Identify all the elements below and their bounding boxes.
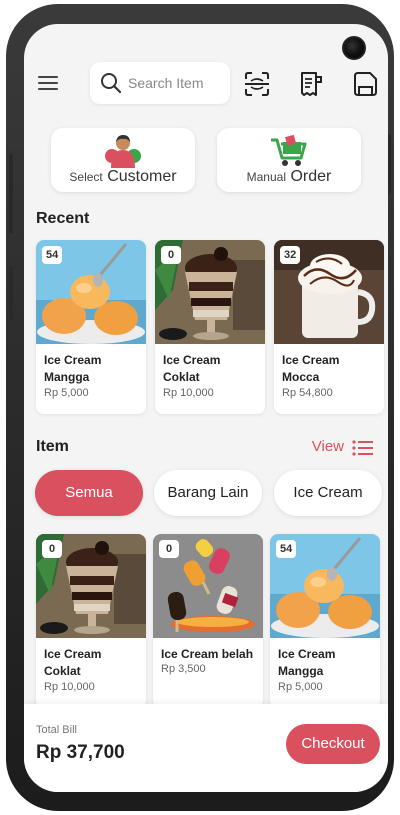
receipt-icon[interactable] bbox=[296, 69, 326, 99]
search-input[interactable]: Search Item bbox=[90, 62, 230, 104]
recent-item-card[interactable]: 54 Ice Cream Mangga Rp 5,000 bbox=[36, 240, 146, 414]
hamburger-menu-icon[interactable] bbox=[38, 76, 58, 92]
manual-order-label: Manual Order bbox=[246, 168, 332, 185]
phone-frame: Search Item Select Customer Manual Order… bbox=[6, 4, 394, 811]
product-price: Rp 54,800 bbox=[282, 387, 333, 399]
item-card[interactable]: 54 Ice Cream Mangga Rp 5,000 bbox=[270, 534, 380, 708]
recent-item-card[interactable]: 0 Ice Cream Coklat Rp 10,000 bbox=[155, 240, 265, 414]
barcode-scan-icon[interactable] bbox=[242, 69, 272, 99]
total-bill-label: Total Bill bbox=[36, 724, 77, 736]
top-bar: Search Item bbox=[24, 62, 388, 108]
product-name: Ice Cream Mocca bbox=[282, 353, 340, 384]
search-icon bbox=[101, 73, 122, 94]
item-section-title: Item bbox=[36, 438, 69, 455]
product-name: Ice Cream Coklat bbox=[163, 353, 221, 384]
view-label: View bbox=[311, 438, 344, 455]
side-button bbox=[9, 266, 13, 320]
product-price: Rp 5,000 bbox=[44, 387, 89, 399]
volume-button bbox=[9, 154, 13, 234]
select-customer-button[interactable]: Select Customer bbox=[51, 128, 195, 192]
recent-title: Recent bbox=[36, 210, 90, 227]
stock-badge: 54 bbox=[42, 246, 63, 264]
manual-order-button[interactable]: Manual Order bbox=[217, 128, 361, 192]
select-customer-label: Select Customer bbox=[69, 168, 177, 185]
product-name: Ice Cream Mangga bbox=[44, 353, 102, 384]
product-price: Rp 3,500 bbox=[161, 663, 206, 675]
product-name: Ice Cream belah bbox=[161, 647, 254, 661]
product-price: Rp 10,000 bbox=[44, 681, 95, 693]
item-card[interactable]: 0 Ice Cream belah Rp 3,500 bbox=[153, 534, 263, 708]
front-camera bbox=[342, 36, 366, 60]
category-pill-semua[interactable]: Semua bbox=[35, 470, 143, 516]
checkout-bar: Total Bill Rp 37,700 Checkout bbox=[24, 704, 388, 792]
app-screen: Search Item Select Customer Manual Order… bbox=[24, 24, 388, 792]
checkout-button[interactable]: Checkout bbox=[286, 724, 380, 764]
item-card[interactable]: 0 Ice Cream Coklat Rp 10,000 bbox=[36, 534, 146, 708]
product-price: Rp 5,000 bbox=[278, 681, 323, 693]
view-toggle-button[interactable]: View bbox=[294, 438, 374, 458]
stock-badge: 0 bbox=[159, 540, 179, 558]
stock-badge: 0 bbox=[161, 246, 181, 264]
category-pill-barang-lain[interactable]: Barang Lain bbox=[154, 470, 262, 516]
product-price: Rp 10,000 bbox=[163, 387, 214, 399]
list-view-icon bbox=[352, 440, 373, 456]
stock-badge: 0 bbox=[42, 540, 62, 558]
recent-item-card[interactable]: 32 Ice Cream Mocca Rp 54,800 bbox=[274, 240, 384, 414]
category-pill-ice-cream[interactable]: Ice Cream bbox=[274, 470, 382, 516]
total-bill-value: Rp 37,700 bbox=[36, 742, 125, 763]
stock-badge: 54 bbox=[276, 540, 297, 558]
customer-icon bbox=[105, 135, 141, 168]
product-name: Ice Cream Coklat bbox=[44, 647, 102, 678]
stock-badge: 32 bbox=[280, 246, 301, 264]
shopping-cart-icon bbox=[271, 134, 307, 166]
search-placeholder: Search Item bbox=[128, 75, 204, 91]
product-name: Ice Cream Mangga bbox=[278, 647, 336, 678]
save-icon[interactable] bbox=[350, 69, 380, 99]
